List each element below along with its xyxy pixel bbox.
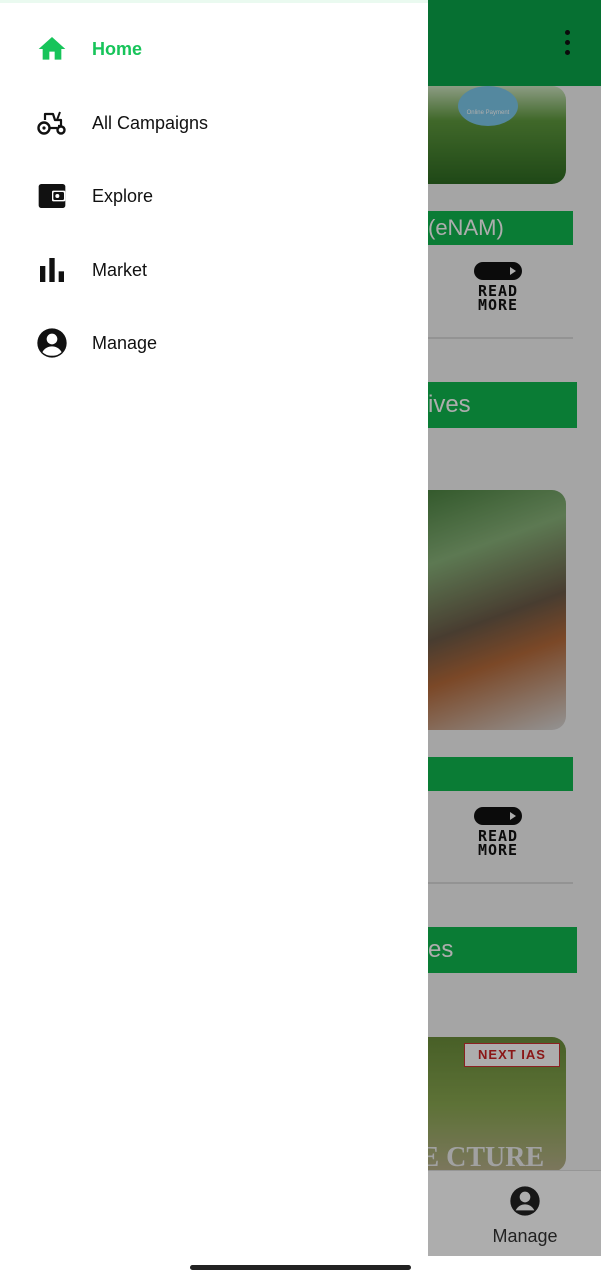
wallet-icon	[38, 184, 66, 208]
drawer-item-explore[interactable]: Explore	[0, 168, 428, 224]
drawer-item-label: Explore	[92, 186, 154, 206]
drawer-item-home[interactable]: Home	[0, 21, 428, 77]
home-icon	[38, 37, 66, 60]
tractor-icon	[37, 111, 66, 135]
bar-chart-icon	[40, 258, 64, 282]
drawer-item-label: Market	[92, 260, 148, 280]
drawer-item-label: Manage	[92, 333, 158, 353]
account-circle-icon	[37, 328, 67, 358]
drawer-item-all-campaigns[interactable]: All Campaigns	[0, 95, 428, 151]
drawer-item-label: All Campaigns	[92, 113, 209, 133]
drawer-item-market[interactable]: Market	[0, 242, 428, 298]
drawer-top-strip	[0, 0, 428, 3]
drawer-item-label: Home	[92, 39, 143, 59]
gesture-home-bar[interactable]	[190, 1265, 411, 1270]
navigation-drawer: Home All Campaigns Explore Market Manage	[0, 0, 428, 1280]
drawer-item-manage[interactable]: Manage	[0, 315, 428, 371]
